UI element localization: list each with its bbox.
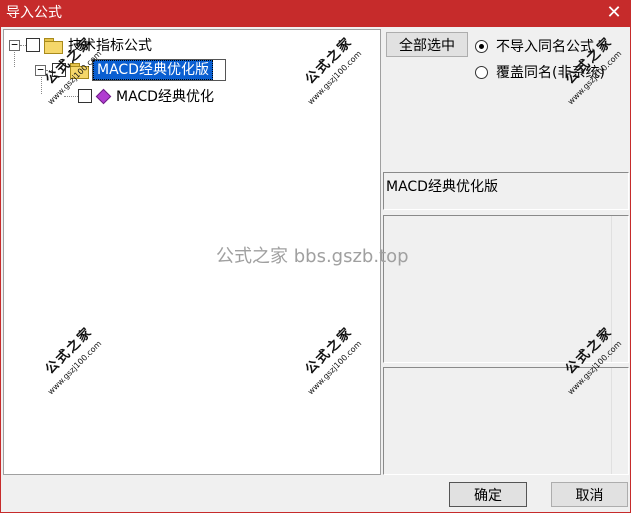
folder-icon	[44, 38, 63, 54]
option-skip-duplicates[interactable]: 不导入同名公式	[475, 36, 594, 56]
option-overwrite-duplicates[interactable]: 覆盖同名(非系统)	[475, 62, 605, 82]
cancel-button[interactable]: 取消	[551, 482, 628, 507]
option-label: 不导入同名公式	[496, 39, 594, 55]
close-icon[interactable]: ✕	[605, 3, 623, 23]
tree-connector	[64, 95, 78, 97]
formula-name-text: MACD经典优化版	[386, 179, 498, 195]
formula-icon	[96, 89, 110, 103]
collapse-icon[interactable]: −	[35, 64, 46, 76]
root-checkbox[interactable]	[26, 38, 40, 52]
folder-icon	[70, 63, 89, 79]
tree-node-label: 技术指标公式	[68, 38, 152, 54]
select-all-button[interactable]: 全部选中	[386, 32, 468, 57]
scrollbar[interactable]	[611, 216, 628, 362]
ok-button[interactable]: 确定	[449, 482, 527, 507]
watermark-text: 公式之家 bbs.gszb.top	[216, 246, 409, 267]
leaf-checkbox[interactable]	[78, 89, 92, 103]
notes-box[interactable]	[383, 367, 629, 475]
dialog-body: − 技术指标公式 − MACD经典优化版 MACD经典优化 全部选中 不导入同名…	[0, 27, 631, 513]
radio-button[interactable]	[475, 65, 488, 79]
tree-node-root[interactable]: − 技术指标公式	[9, 35, 152, 55]
title-bar: 导入公式 ✕	[0, 0, 631, 27]
window-title: 导入公式	[6, 5, 62, 21]
tree-node-leaf[interactable]: MACD经典优化	[64, 86, 214, 106]
tree-node-label-selected[interactable]: MACD经典优化版	[93, 60, 213, 80]
tree-node-group[interactable]: − MACD经典优化版	[35, 59, 226, 81]
formula-name-box: MACD经典优化版	[383, 172, 629, 210]
rename-field[interactable]: MACD经典优化版	[92, 59, 226, 81]
tree-node-label: MACD经典优化	[116, 89, 214, 105]
group-checkbox[interactable]	[52, 63, 66, 77]
radio-button-checked[interactable]	[475, 39, 488, 53]
scrollbar[interactable]	[611, 368, 628, 474]
option-label: 覆盖同名(非系统)	[496, 65, 605, 81]
collapse-icon[interactable]: −	[9, 39, 20, 51]
description-box[interactable]	[383, 215, 629, 363]
